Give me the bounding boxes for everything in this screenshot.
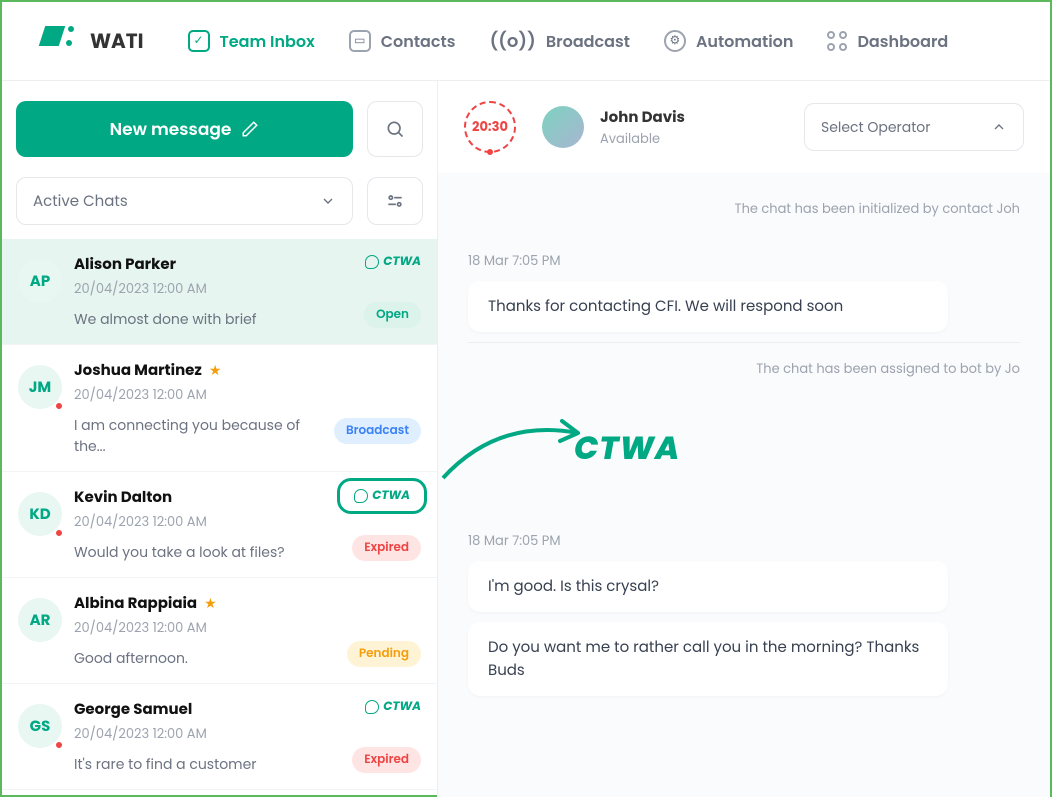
chevron-up-icon xyxy=(991,119,1007,135)
chat-list-item[interactable]: KD Kevin Dalton 20/04/2023 12:00 AM Woul… xyxy=(2,472,437,578)
ctwa-badge-highlighted: CTWA xyxy=(354,487,410,505)
left-panel: New message Active Chats AP Alison Parke… xyxy=(2,81,438,797)
chat-name: George Samuel xyxy=(74,698,207,721)
chat-preview: Would you take a look at files? xyxy=(74,542,285,563)
ctwa-annotation: CTWA xyxy=(574,425,680,473)
conversation-panel: 20:30 John Davis Available Select Operat… xyxy=(438,81,1050,797)
status-badge: Broadcast xyxy=(334,418,421,444)
chat-list-item[interactable]: AR Albina Rappiaia ★ 20/04/2023 12:00 AM… xyxy=(2,578,437,684)
ctwa-badge: CTWA xyxy=(365,698,421,716)
contact-name: John Davis xyxy=(600,106,685,129)
dashboard-icon xyxy=(827,31,847,51)
message-bubble: Do you want me to rather call you in the… xyxy=(468,622,948,696)
chat-name: Alison Parker xyxy=(74,253,207,276)
nav-broadcast[interactable]: ((o)) Broadcast xyxy=(489,28,629,55)
chat-preview: It's rare to find a customer xyxy=(74,754,257,775)
logo[interactable]: WATI xyxy=(32,20,154,62)
status-badge: Open xyxy=(364,302,421,328)
chat-time: 20/04/2023 12:00 AM xyxy=(74,618,217,638)
message-bubble: I'm good. Is this crysal? xyxy=(468,561,948,612)
ctwa-badge: CTWA xyxy=(365,253,421,271)
pencil-icon xyxy=(241,120,259,138)
contacts-icon: ▭ xyxy=(349,30,371,52)
session-timer: 20:30 xyxy=(464,101,516,153)
conversation-header: 20:30 John Davis Available Select Operat… xyxy=(438,81,1050,173)
timestamp: 18 Mar 7:05 PM xyxy=(468,531,1020,551)
status-badge: Expired xyxy=(352,747,421,773)
nav-dashboard[interactable]: Dashboard xyxy=(827,29,948,54)
brand-name: WATI xyxy=(90,26,144,56)
inbox-icon: ✓ xyxy=(188,30,210,52)
nav-contacts[interactable]: ▭ Contacts xyxy=(349,29,456,54)
chat-time: 20/04/2023 12:00 AM xyxy=(74,724,207,744)
chat-list-item[interactable]: JM Joshua Martinez ★ 20/04/2023 12:00 AM… xyxy=(2,345,437,472)
chat-avatar: AP xyxy=(18,259,62,303)
message-bubble: Thanks for contacting CFI. We will respo… xyxy=(468,281,948,332)
chat-name: Joshua Martinez ★ xyxy=(74,359,221,382)
star-icon: ★ xyxy=(206,360,222,380)
chat-preview: Good afternoon. xyxy=(74,648,188,669)
search-icon xyxy=(385,119,405,139)
contact-status: Available xyxy=(600,129,685,149)
chat-avatar: JM xyxy=(18,365,62,409)
status-badge: Pending xyxy=(347,641,421,667)
active-chats-dropdown[interactable]: Active Chats xyxy=(16,177,353,225)
search-button[interactable] xyxy=(367,101,423,157)
chat-preview: We almost done with brief xyxy=(74,309,256,330)
chevron-down-icon xyxy=(320,193,336,209)
chat-list-item[interactable]: AP Alison Parker 20/04/2023 12:00 AM CTW… xyxy=(2,239,437,345)
chat-list-item[interactable]: LM Leticia Matos 20/04/2023 12:00 AM xyxy=(2,790,437,797)
timestamp: 18 Mar 7:05 PM xyxy=(468,251,1020,271)
message-thread: The chat has been initialized by contact… xyxy=(438,173,1050,797)
automation-icon: ⚙ xyxy=(664,30,686,52)
chat-avatar: GS xyxy=(18,704,62,748)
star-icon: ★ xyxy=(201,593,217,613)
chat-time: 20/04/2023 12:00 AM xyxy=(74,512,207,532)
nav-team-inbox[interactable]: ✓ Team Inbox xyxy=(188,29,315,54)
chat-name: Albina Rappiaia ★ xyxy=(74,592,217,615)
chat-time: 20/04/2023 12:00 AM xyxy=(74,279,207,299)
wati-logo-icon xyxy=(42,24,76,58)
sliders-icon xyxy=(385,191,405,211)
select-operator-dropdown[interactable]: Select Operator xyxy=(804,103,1024,151)
chat-name: Kevin Dalton xyxy=(74,486,207,509)
chat-avatar: AR xyxy=(18,598,62,642)
chat-avatar: KD xyxy=(18,492,62,536)
chat-list: AP Alison Parker 20/04/2023 12:00 AM CTW… xyxy=(2,239,437,797)
nav-automation[interactable]: ⚙ Automation xyxy=(664,29,794,54)
filter-button[interactable] xyxy=(367,177,423,225)
chat-time: 20/04/2023 12:00 AM xyxy=(74,385,221,405)
system-message: The chat has been assigned to bot by Jo xyxy=(468,342,1020,395)
system-message: The chat has been initialized by contact… xyxy=(468,183,1020,235)
new-message-button[interactable]: New message xyxy=(16,101,353,157)
broadcast-icon: ((o)) xyxy=(489,28,535,55)
contact-avatar[interactable] xyxy=(542,106,584,148)
chat-list-item[interactable]: GS George Samuel 20/04/2023 12:00 AM CTW… xyxy=(2,684,437,790)
chat-preview: I am connecting you because of the... xyxy=(74,415,334,457)
status-badge: Expired xyxy=(352,535,421,561)
top-nav: WATI ✓ Team Inbox ▭ Contacts ((o)) Broad… xyxy=(2,2,1050,81)
